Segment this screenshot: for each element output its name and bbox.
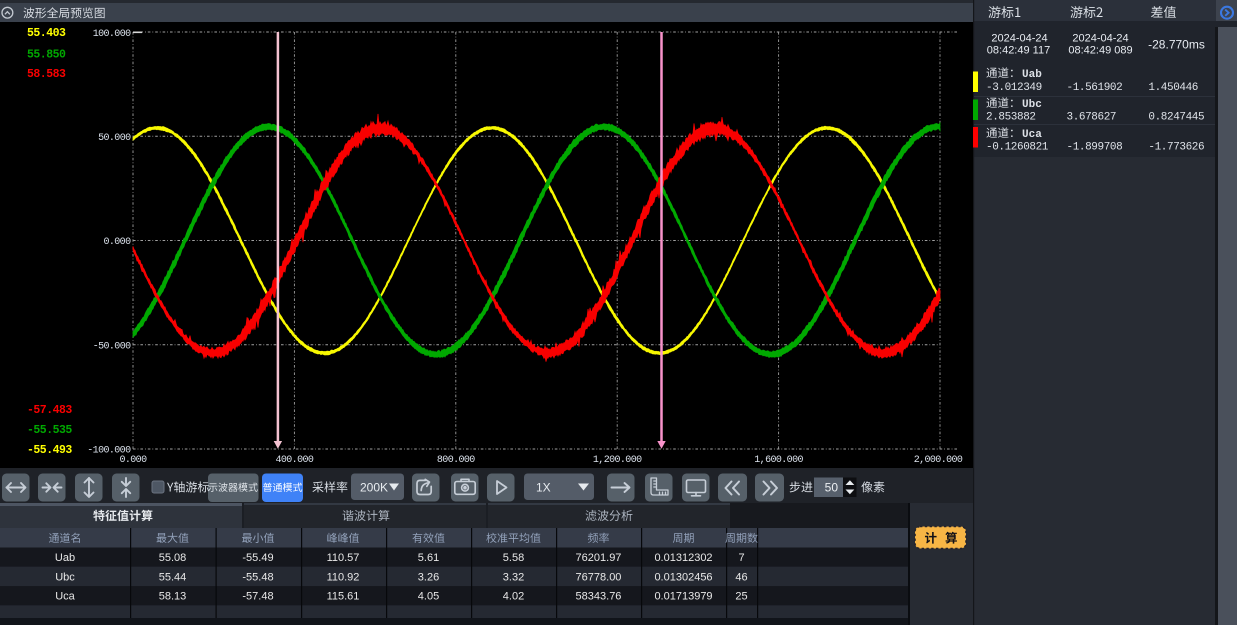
svg-text:Uca: Uca — [1022, 129, 1042, 141]
svg-text:50.000: 50.000 — [98, 133, 131, 144]
svg-text:50: 50 — [825, 481, 839, 495]
svg-text:58343.76: 58343.76 — [576, 591, 622, 603]
svg-text:0.01312302: 0.01312302 — [654, 552, 712, 564]
svg-text:4.05: 4.05 — [418, 591, 439, 603]
svg-text:-1.561902: -1.561902 — [1067, 82, 1123, 94]
svg-text:-1.773626: -1.773626 — [1148, 141, 1204, 153]
svg-text:2024-04-24: 2024-04-24 — [991, 33, 1047, 45]
svg-text:3.26: 3.26 — [418, 571, 439, 583]
svg-text:1,200.000: 1,200.000 — [593, 455, 642, 466]
svg-text:55.44: 55.44 — [159, 571, 187, 583]
svg-text:Uab: Uab — [1022, 69, 1042, 81]
svg-text:-50.000: -50.000 — [93, 341, 131, 352]
svg-text:200K: 200K — [360, 481, 388, 495]
svg-text:100.000: 100.000 — [93, 29, 131, 40]
svg-text:110.92: 110.92 — [327, 571, 360, 583]
svg-text:Uca: Uca — [55, 591, 75, 603]
svg-text:76201.97: 76201.97 — [576, 552, 622, 564]
svg-text:-1.899708: -1.899708 — [1067, 141, 1123, 153]
svg-text:Uab: Uab — [55, 552, 75, 564]
svg-text:55.403: 55.403 — [27, 27, 66, 40]
svg-text:-55.493: -55.493 — [27, 444, 72, 457]
svg-text:7: 7 — [738, 552, 744, 564]
svg-text:-57.483: -57.483 — [27, 404, 72, 417]
svg-text:0.01302456: 0.01302456 — [654, 571, 712, 583]
svg-text:110.57: 110.57 — [327, 552, 360, 564]
svg-text:25: 25 — [735, 591, 747, 603]
svg-text:-28.770ms: -28.770ms — [1148, 38, 1205, 52]
svg-text:-55.49: -55.49 — [242, 552, 273, 564]
svg-text:-57.48: -57.48 — [242, 591, 273, 603]
svg-text:1,600.000: 1,600.000 — [754, 455, 803, 466]
svg-text:Ubc: Ubc — [55, 571, 75, 583]
svg-text:-55.48: -55.48 — [242, 571, 273, 583]
svg-text:-3.012349: -3.012349 — [986, 82, 1042, 94]
svg-text:08:42:49 117: 08:42:49 117 — [987, 45, 1050, 57]
svg-text:0.8247445: 0.8247445 — [1148, 112, 1204, 124]
svg-text:2.853882: 2.853882 — [986, 112, 1036, 124]
svg-text:400.000: 400.000 — [275, 455, 313, 466]
svg-text:0.01713979: 0.01713979 — [654, 591, 712, 603]
svg-text:2,000.000: 2,000.000 — [914, 455, 963, 466]
svg-text:115.61: 115.61 — [327, 591, 360, 603]
svg-text:58.583: 58.583 — [27, 68, 66, 81]
svg-text:08:42:49 089: 08:42:49 089 — [1068, 45, 1132, 57]
svg-text:-55.535: -55.535 — [27, 424, 72, 437]
svg-text:46: 46 — [735, 571, 747, 583]
svg-text:76778.00: 76778.00 — [576, 571, 622, 583]
svg-text:-0.1260821: -0.1260821 — [986, 141, 1049, 153]
svg-text:4.02: 4.02 — [503, 591, 524, 603]
svg-text:55.850: 55.850 — [27, 49, 66, 62]
svg-text:0.000: 0.000 — [103, 237, 131, 248]
svg-text:0.000: 0.000 — [119, 455, 147, 466]
svg-text:3.32: 3.32 — [503, 571, 524, 583]
svg-text:58.13: 58.13 — [159, 591, 187, 603]
svg-text:3.678627: 3.678627 — [1067, 112, 1117, 124]
svg-text:2024-04-24: 2024-04-24 — [1072, 33, 1128, 45]
svg-text:55.08: 55.08 — [159, 552, 187, 564]
svg-text:Ubc: Ubc — [1022, 99, 1042, 111]
svg-text:1.450446: 1.450446 — [1148, 82, 1198, 94]
svg-text:5.61: 5.61 — [418, 552, 439, 564]
svg-text:1X: 1X — [536, 481, 551, 495]
svg-text:5.58: 5.58 — [503, 552, 524, 564]
svg-text:800.000: 800.000 — [437, 455, 475, 466]
